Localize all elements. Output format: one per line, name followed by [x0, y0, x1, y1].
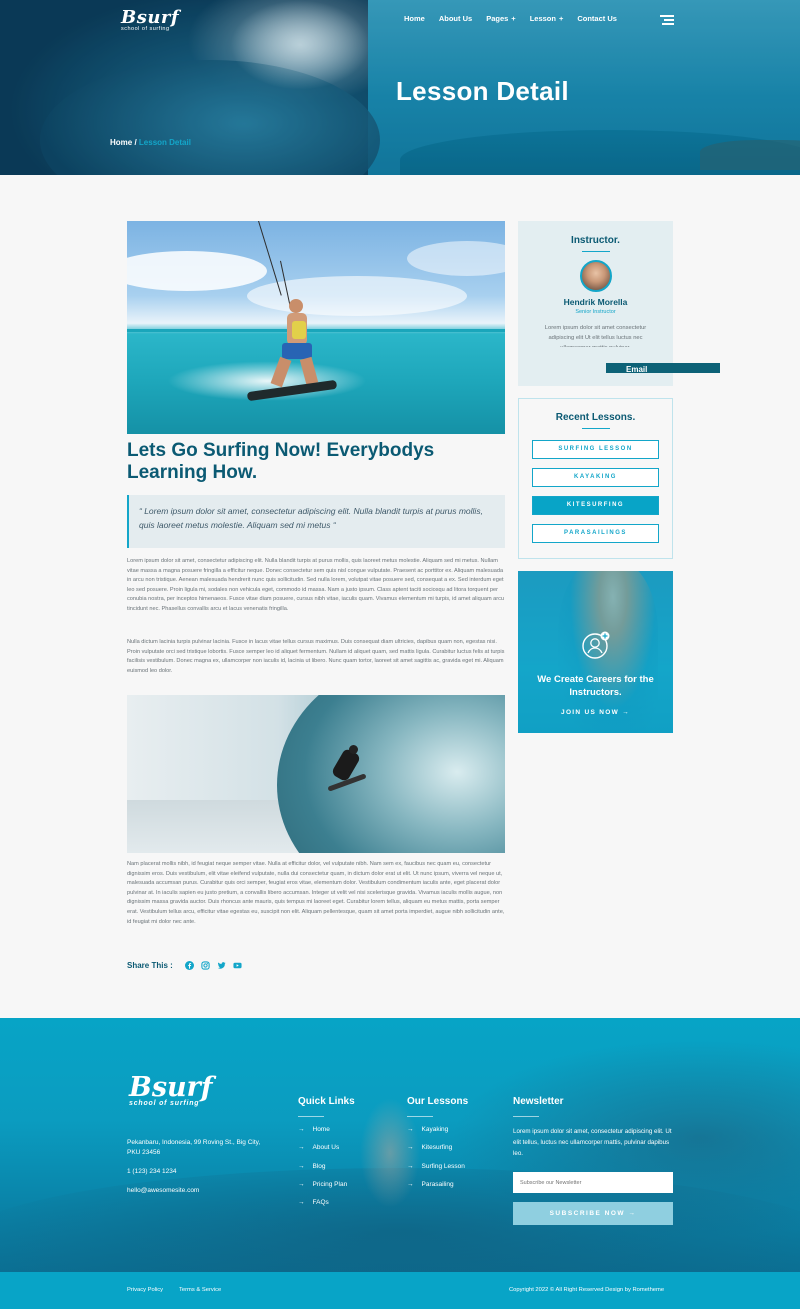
youtube-icon[interactable]	[233, 961, 242, 970]
arrow-right-icon: →	[298, 1163, 305, 1170]
footer-link-about-us[interactable]: → About Us	[298, 1144, 339, 1151]
breadcrumb-home[interactable]: Home	[110, 138, 132, 147]
breadcrumb: Home / Lesson Detail	[110, 138, 191, 147]
email-tab[interactable]: Email	[606, 363, 720, 373]
arrow-right-icon: →	[298, 1126, 305, 1133]
footer-link-kitesurfing[interactable]: → Kitesurfing	[407, 1144, 452, 1151]
footer-brand-name: Bsurf	[129, 1072, 213, 1103]
footer-bottom-bar: Privacy Policy Terms & Service Copyright…	[0, 1272, 800, 1309]
nav-item-home[interactable]: Home	[404, 14, 425, 23]
main-nav: Home About Us Pages + Lesson + Contact Us	[404, 14, 631, 23]
copyright-text: Copyright 2022 © All Right Reserved Desi…	[509, 1287, 665, 1293]
our-lessons-heading: Our Lessons	[407, 1096, 469, 1107]
lesson-link-kayaking[interactable]: KAYAKING	[532, 468, 659, 487]
instructor-heading: Instructor.	[571, 235, 620, 246]
post-paragraph: Nulla dictum lacinia turpis pulvinar lac…	[127, 639, 505, 674]
newsletter-email-input[interactable]	[513, 1172, 673, 1193]
arrow-right-icon: →	[298, 1144, 305, 1151]
avatar	[579, 260, 612, 292]
nav-item-lesson[interactable]: Lesson +	[530, 14, 564, 23]
privacy-policy-link[interactable]: Privacy Policy	[127, 1287, 163, 1293]
footer-phone[interactable]: 1 (123) 234 1234	[127, 1167, 177, 1177]
join-us-link[interactable]: JOIN US NOW →	[518, 709, 673, 716]
arrow-right-icon: →	[298, 1199, 305, 1206]
kitesurfing-image	[127, 221, 505, 434]
newsletter-heading: Newsletter	[513, 1096, 564, 1107]
instructor-name: Hendrik Morella	[563, 297, 628, 307]
plus-icon: +	[511, 14, 516, 23]
instructor-badge-icon	[582, 631, 610, 659]
nav-item-about-us[interactable]: About Us	[439, 14, 472, 23]
instructor-bio: Lorem ipsum dolor sit amet consectetur a…	[544, 325, 647, 347]
footer-email[interactable]: hello@awesomesite.com	[127, 1186, 199, 1196]
arrow-right-icon: →	[407, 1163, 414, 1170]
arrow-right-icon: →	[298, 1181, 305, 1188]
instructor-card: Instructor. Hendrik Morella Senior Instr…	[518, 221, 673, 386]
twitter-icon[interactable]	[217, 961, 226, 970]
lesson-link-surfing[interactable]: SURFING LESSON	[532, 440, 659, 459]
arrow-right-icon: →	[628, 1210, 637, 1217]
footer-link-home[interactable]: → Home	[298, 1126, 330, 1133]
arrow-right-icon: →	[407, 1126, 414, 1133]
footer	[0, 1018, 800, 1272]
recent-lessons-heading: Recent Lessons.	[555, 412, 636, 423]
footer-link-blog[interactable]: → Blog	[298, 1163, 326, 1170]
footer-link-faqs[interactable]: → FAQs	[298, 1199, 329, 1206]
share-label: Share This :	[127, 961, 173, 970]
wave-surfer-image	[127, 695, 505, 853]
newsletter-text: Lorem ipsum dolor sit amet, consectetur …	[513, 1128, 672, 1157]
page-title: Lesson Detail	[396, 76, 569, 106]
footer-link-surfing-lesson[interactable]: → Surfing Lesson	[407, 1163, 465, 1170]
brand-logo[interactable]: Bsurf school of surfing	[121, 7, 179, 32]
post-paragraph: Nam placerat mollis nibh, id feugiat neq…	[127, 861, 505, 925]
nav-item-pages[interactable]: Pages +	[486, 14, 516, 23]
instagram-icon[interactable]	[201, 961, 210, 970]
subscribe-button[interactable]: SUBSCRIBE NOW →	[513, 1202, 673, 1225]
arrow-right-icon: →	[622, 709, 630, 716]
footer-logo[interactable]: Bsurf school of surfing	[129, 1072, 213, 1107]
footer-address: Pekanbaru, Indonesia, 99 Roving St., Big…	[127, 1139, 261, 1156]
arrow-right-icon: →	[407, 1181, 414, 1188]
plus-icon: +	[558, 14, 564, 23]
instructor-role: Senior Instructor	[575, 309, 616, 315]
post-title: Lets Go Surfing Now! Everybodys Learning…	[127, 440, 435, 483]
menu-icon[interactable]	[660, 15, 674, 27]
facebook-icon[interactable]	[184, 961, 194, 970]
breadcrumb-current: Lesson Detail	[138, 138, 191, 147]
post-paragraph: Lorem ipsum dolor sit amet, consectetur …	[127, 558, 505, 612]
footer-link-parasailing[interactable]: → Parasailing	[407, 1181, 454, 1188]
join-promo-text: We Create Careers for the Instructors.	[537, 674, 654, 698]
lesson-link-parasailings[interactable]: PARASAILINGS	[532, 524, 659, 543]
post-quote: “ Lorem ipsum dolor sit amet, consectetu…	[127, 495, 505, 548]
lesson-link-kitesurfing[interactable]: KITESURFING	[532, 496, 659, 515]
footer-link-kayaking[interactable]: → Kayaking	[407, 1126, 448, 1133]
arrow-right-icon: →	[407, 1144, 414, 1151]
quick-links-heading: Quick Links	[298, 1096, 355, 1107]
join-promo-card[interactable]: We Create Careers for the Instructors. J…	[518, 571, 673, 733]
nav-item-contact-us[interactable]: Contact Us	[577, 14, 617, 23]
share-bar: Share This :	[127, 961, 242, 970]
footer-link-pricing-plan[interactable]: → Pricing Plan	[298, 1181, 347, 1188]
recent-lessons-card: Recent Lessons. SURFING LESSON KAYAKING …	[518, 398, 673, 559]
terms-link[interactable]: Terms & Service	[179, 1287, 221, 1293]
brand-name: Bsurf	[121, 7, 180, 28]
